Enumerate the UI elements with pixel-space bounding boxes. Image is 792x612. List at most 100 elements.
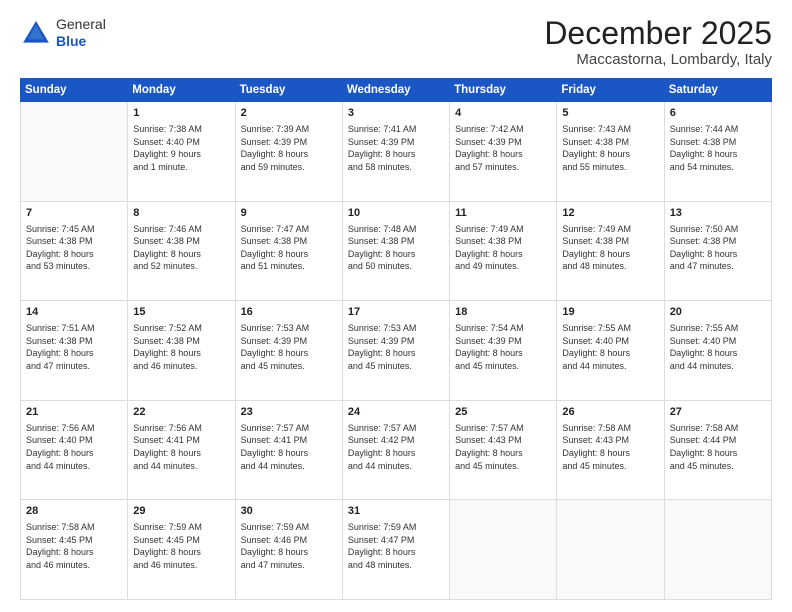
day-number: 11 bbox=[455, 206, 551, 221]
calendar-cell: 2 Sunrise: 7:39 AM Sunset: 4:39 PM Daylig… bbox=[235, 102, 342, 202]
day-info: Sunrise: 7:49 AM Sunset: 4:38 PM Dayligh… bbox=[455, 223, 551, 273]
calendar-cell: 19Sunrise: 7:55 AM Sunset: 4:40 PM Dayli… bbox=[557, 301, 664, 401]
day-info: Sunrise: 7:58 AM Sunset: 4:45 PM Dayligh… bbox=[26, 521, 122, 571]
calendar-cell: 26Sunrise: 7:58 AM Sunset: 4:43 PM Dayli… bbox=[557, 400, 664, 500]
calendar-cell: 4Sunrise: 7:42 AM Sunset: 4:39 PM Daylig… bbox=[450, 102, 557, 202]
day-info: Sunrise: 7:59 AM Sunset: 4:45 PM Dayligh… bbox=[133, 521, 229, 571]
calendar-cell: 31 Sunrise: 7:59 AM Sunset: 4:47 PM Dayli… bbox=[342, 500, 449, 600]
day-number: 6 bbox=[670, 106, 766, 121]
page: General Blue December 2025 Maccastorna, … bbox=[0, 0, 792, 612]
calendar-cell: 11 Sunrise: 7:49 AM Sunset: 4:38 PM Dayli… bbox=[450, 201, 557, 301]
day-info: Sunrise: 7:44 AM Sunset: 4:38 PM Dayligh… bbox=[670, 123, 766, 173]
calendar-cell: 20 Sunrise: 7:55 AM Sunset: 4:40 PM Dayli… bbox=[664, 301, 771, 401]
logo-blue-text: Blue bbox=[56, 33, 106, 50]
day-number: 17 bbox=[348, 305, 444, 320]
day-number: 28 bbox=[26, 504, 122, 519]
calendar-cell: 27 Sunrise: 7:58 AM Sunset: 4:44 PM Dayli… bbox=[664, 400, 771, 500]
day-info: Sunrise: 7:59 AM Sunset: 4:47 PM Dayligh… bbox=[348, 521, 444, 571]
day-info: Sunrise: 7:49 AM Sunset: 4:38 PM Dayligh… bbox=[562, 223, 658, 273]
calendar-cell: 13 Sunrise: 7:50 AM Sunset: 4:38 PM Dayli… bbox=[664, 201, 771, 301]
calendar-cell: 28 Sunrise: 7:58 AM Sunset: 4:45 PM Dayli… bbox=[21, 500, 128, 600]
day-number: 2 bbox=[241, 106, 337, 121]
day-number: 10 bbox=[348, 206, 444, 221]
calendar-cell: 10 Sunrise: 7:48 AM Sunset: 4:38 PM Dayli… bbox=[342, 201, 449, 301]
day-info: Sunrise: 7:56 AM Sunset: 4:40 PM Dayligh… bbox=[26, 422, 122, 472]
day-number: 7 bbox=[26, 206, 122, 221]
day-number: 9 bbox=[241, 206, 337, 221]
day-info: Sunrise: 7:48 AM Sunset: 4:38 PM Dayligh… bbox=[348, 223, 444, 273]
calendar-header: SundayMondayTuesdayWednesdayThursdayFrid… bbox=[21, 79, 772, 102]
day-number: 21 bbox=[26, 405, 122, 420]
day-info: Sunrise: 7:52 AM Sunset: 4:38 PM Dayligh… bbox=[133, 322, 229, 372]
day-info: Sunrise: 7:57 AM Sunset: 4:41 PM Dayligh… bbox=[241, 422, 337, 472]
calendar-cell: 5Sunrise: 7:43 AM Sunset: 4:38 PM Daylig… bbox=[557, 102, 664, 202]
day-info: Sunrise: 7:56 AM Sunset: 4:41 PM Dayligh… bbox=[133, 422, 229, 472]
calendar-cell: 23Sunrise: 7:57 AM Sunset: 4:41 PM Dayli… bbox=[235, 400, 342, 500]
header-row: SundayMondayTuesdayWednesdayThursdayFrid… bbox=[21, 79, 772, 102]
week-row-5: 28 Sunrise: 7:58 AM Sunset: 4:45 PM Dayli… bbox=[21, 500, 772, 600]
day-number: 20 bbox=[670, 305, 766, 320]
day-info: Sunrise: 7:55 AM Sunset: 4:40 PM Dayligh… bbox=[670, 322, 766, 372]
week-row-2: 7 Sunrise: 7:45 AM Sunset: 4:38 PM Daylig… bbox=[21, 201, 772, 301]
calendar-cell: 25 Sunrise: 7:57 AM Sunset: 4:43 PM Dayli… bbox=[450, 400, 557, 500]
logo-general-text: General bbox=[56, 16, 106, 33]
calendar-cell: 24Sunrise: 7:57 AM Sunset: 4:42 PM Dayli… bbox=[342, 400, 449, 500]
day-info: Sunrise: 7:42 AM Sunset: 4:39 PM Dayligh… bbox=[455, 123, 551, 173]
day-info: Sunrise: 7:51 AM Sunset: 4:38 PM Dayligh… bbox=[26, 322, 122, 372]
calendar-cell: 18Sunrise: 7:54 AM Sunset: 4:39 PM Dayli… bbox=[450, 301, 557, 401]
day-info: Sunrise: 7:58 AM Sunset: 4:44 PM Dayligh… bbox=[670, 422, 766, 472]
day-number: 3 bbox=[348, 106, 444, 121]
logo-text: General Blue bbox=[56, 16, 106, 50]
week-row-1: 1 Sunrise: 7:38 AM Sunset: 4:40 PM Daylig… bbox=[21, 102, 772, 202]
day-number: 25 bbox=[455, 405, 551, 420]
day-number: 24 bbox=[348, 405, 444, 420]
day-number: 19 bbox=[562, 305, 658, 320]
day-number: 13 bbox=[670, 206, 766, 221]
location: Maccastorna, Lombardy, Italy bbox=[544, 51, 772, 68]
calendar-cell: 30 Sunrise: 7:59 AM Sunset: 4:46 PM Dayli… bbox=[235, 500, 342, 600]
calendar-cell: 1 Sunrise: 7:38 AM Sunset: 4:40 PM Daylig… bbox=[128, 102, 235, 202]
calendar-cell: 17 Sunrise: 7:53 AM Sunset: 4:39 PM Dayli… bbox=[342, 301, 449, 401]
logo: General Blue bbox=[20, 16, 106, 50]
logo-icon bbox=[20, 17, 52, 49]
calendar-table: SundayMondayTuesdayWednesdayThursdayFrid… bbox=[20, 78, 772, 600]
day-info: Sunrise: 7:50 AM Sunset: 4:38 PM Dayligh… bbox=[670, 223, 766, 273]
day-info: Sunrise: 7:41 AM Sunset: 4:39 PM Dayligh… bbox=[348, 123, 444, 173]
header-day-wednesday: Wednesday bbox=[342, 79, 449, 102]
calendar-cell: 6 Sunrise: 7:44 AM Sunset: 4:38 PM Daylig… bbox=[664, 102, 771, 202]
calendar-cell: 29 Sunrise: 7:59 AM Sunset: 4:45 PM Dayli… bbox=[128, 500, 235, 600]
calendar-cell: 22Sunrise: 7:56 AM Sunset: 4:41 PM Dayli… bbox=[128, 400, 235, 500]
day-info: Sunrise: 7:38 AM Sunset: 4:40 PM Dayligh… bbox=[133, 123, 229, 173]
calendar-cell bbox=[450, 500, 557, 600]
day-info: Sunrise: 7:53 AM Sunset: 4:39 PM Dayligh… bbox=[348, 322, 444, 372]
calendar-cell: 16Sunrise: 7:53 AM Sunset: 4:39 PM Dayli… bbox=[235, 301, 342, 401]
calendar-cell: 8Sunrise: 7:46 AM Sunset: 4:38 PM Daylig… bbox=[128, 201, 235, 301]
week-row-4: 21 Sunrise: 7:56 AM Sunset: 4:40 PM Dayli… bbox=[21, 400, 772, 500]
day-info: Sunrise: 7:57 AM Sunset: 4:43 PM Dayligh… bbox=[455, 422, 551, 472]
day-number: 8 bbox=[133, 206, 229, 221]
header-day-sunday: Sunday bbox=[21, 79, 128, 102]
calendar-body: 1 Sunrise: 7:38 AM Sunset: 4:40 PM Daylig… bbox=[21, 102, 772, 600]
header-day-monday: Monday bbox=[128, 79, 235, 102]
day-number: 31 bbox=[348, 504, 444, 519]
header-day-friday: Friday bbox=[557, 79, 664, 102]
calendar-cell bbox=[21, 102, 128, 202]
week-row-3: 14Sunrise: 7:51 AM Sunset: 4:38 PM Dayli… bbox=[21, 301, 772, 401]
day-number: 30 bbox=[241, 504, 337, 519]
calendar-cell bbox=[557, 500, 664, 600]
day-number: 12 bbox=[562, 206, 658, 221]
day-number: 1 bbox=[133, 106, 229, 121]
day-number: 5 bbox=[562, 106, 658, 121]
header: General Blue December 2025 Maccastorna, … bbox=[20, 16, 772, 68]
day-number: 27 bbox=[670, 405, 766, 420]
day-info: Sunrise: 7:39 AM Sunset: 4:39 PM Dayligh… bbox=[241, 123, 337, 173]
day-info: Sunrise: 7:45 AM Sunset: 4:38 PM Dayligh… bbox=[26, 223, 122, 273]
header-day-saturday: Saturday bbox=[664, 79, 771, 102]
day-number: 15 bbox=[133, 305, 229, 320]
day-info: Sunrise: 7:53 AM Sunset: 4:39 PM Dayligh… bbox=[241, 322, 337, 372]
day-info: Sunrise: 7:54 AM Sunset: 4:39 PM Dayligh… bbox=[455, 322, 551, 372]
day-number: 29 bbox=[133, 504, 229, 519]
calendar-cell: 14Sunrise: 7:51 AM Sunset: 4:38 PM Dayli… bbox=[21, 301, 128, 401]
month-title: December 2025 bbox=[544, 16, 772, 51]
day-info: Sunrise: 7:59 AM Sunset: 4:46 PM Dayligh… bbox=[241, 521, 337, 571]
